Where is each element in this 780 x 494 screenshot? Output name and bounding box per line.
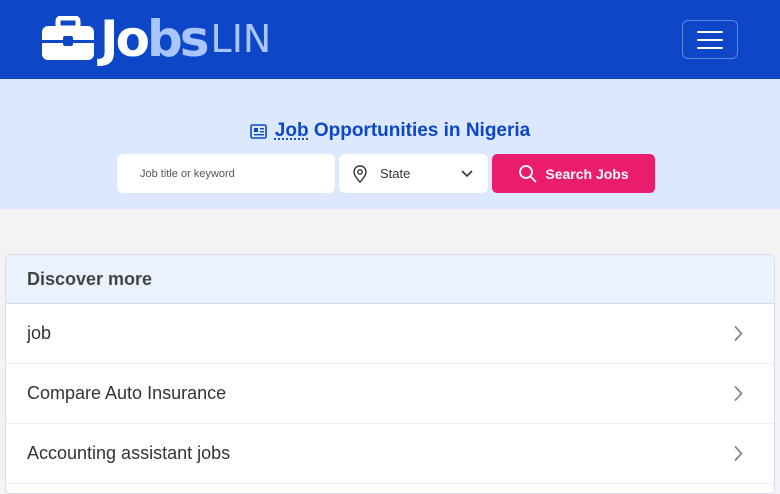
page-title: Job Opportunities in Nigeria — [0, 120, 780, 142]
discover-more-card: Discover more job Compare Auto Insurance… — [5, 254, 775, 494]
title-rest: Opportunities in Nigeria — [313, 120, 531, 141]
state-select-value: State — [380, 166, 411, 181]
list-item-label: Accounting assistant jobs — [27, 443, 231, 463]
brand-name-part-1: Jo — [100, 10, 150, 68]
search-jobs-label: Search Jobs — [545, 165, 629, 182]
navbar: Jo bs LIN — [0, 0, 780, 79]
newspaper-icon — [249, 123, 267, 139]
chevron-right-icon — [734, 385, 743, 402]
location-pin-icon — [353, 165, 367, 183]
list-item-label: Compare Auto Insurance — [27, 383, 227, 403]
job-keyword-input[interactable] — [117, 154, 335, 193]
navbar-toggle-button[interactable] — [682, 20, 738, 59]
brand-name-part-2: bs — [146, 10, 210, 68]
discover-more-heading: Discover more — [6, 255, 774, 304]
chevron-right-icon — [734, 445, 743, 462]
briefcase-icon — [42, 16, 94, 60]
list-item[interactable]: Compare Auto Insurance — [6, 364, 774, 424]
list-item-label: job — [27, 323, 52, 343]
list-item[interactable]: job — [6, 304, 774, 364]
brand-name-part-3: LIN — [210, 17, 272, 61]
chevron-down-icon — [461, 170, 473, 178]
search-icon — [519, 165, 537, 183]
hamburger-icon — [697, 30, 723, 33]
list-item[interactable]: Accounting assistant jobs — [6, 424, 774, 484]
search-jobs-button[interactable]: Search Jobs — [492, 154, 655, 193]
title-abbr: Job — [274, 120, 309, 141]
chevron-right-icon — [734, 325, 743, 342]
brand-logo[interactable]: Jo bs LIN — [42, 10, 272, 68]
state-select[interactable]: State — [339, 154, 488, 193]
